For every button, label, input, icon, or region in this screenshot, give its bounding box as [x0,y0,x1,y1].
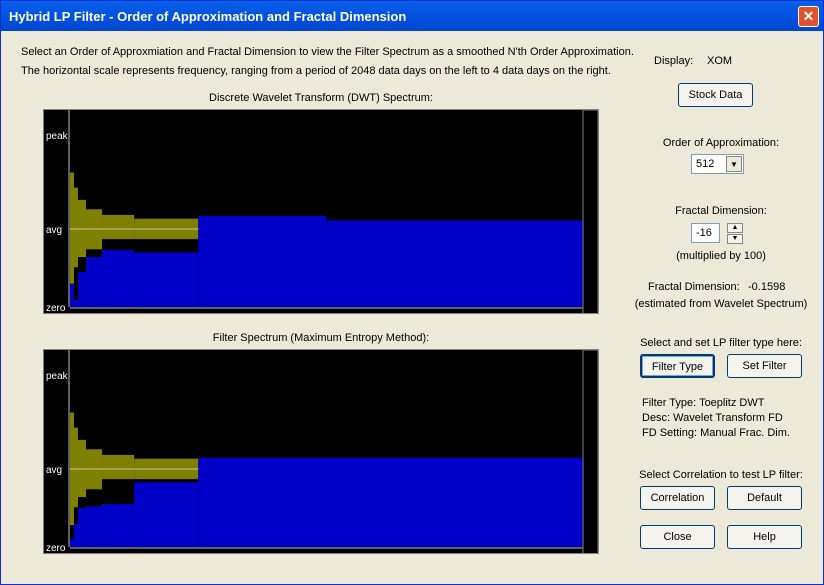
spectrum-bar [134,482,199,547]
default-button[interactable]: Default [727,486,802,510]
help-button[interactable]: Help [727,525,802,549]
band-bar [102,454,135,480]
y-tick-label-zero: zero [46,543,66,554]
fd-label: Fractal Dimension: [675,205,767,217]
dwt-chart-title: Discrete Wavelet Transform (DWT) Spectru… [209,92,433,104]
spectrum-bar [326,457,583,547]
band-bar [78,199,87,258]
spectrum-bar [78,508,87,547]
spectrum-bar [102,504,135,547]
order-value: 512 [696,158,715,170]
filter-prompt: Select and set LP filter type here: [640,337,802,349]
y-tick-label-peak: peak [46,131,69,142]
fd-est-value: -0.1598 [748,281,786,293]
stock-data-button[interactable]: Stock Data [678,83,753,107]
spectrum-bar [74,299,79,307]
filter-spectrum-chart: peak avg zero [43,349,599,554]
intro-line-1: Select an Order of Approxmiation and Fra… [21,46,634,58]
spectrum-bar [86,506,103,547]
spectrum-bar [198,457,327,547]
fd-est-label: Fractal Dimension: [648,281,740,293]
band-bar [78,439,87,498]
y-tick-label-peak: peak [46,371,69,382]
spin-up-icon[interactable]: ▲ [727,223,743,233]
spectrum-bar [86,257,103,307]
y-tick-label-avg: avg [46,465,62,476]
spectrum-bar [198,215,327,307]
spectrum-bar [74,523,79,547]
fd-est-note: (estimated from Wavelet Spectrum) [634,298,808,310]
y-tick-label-avg: avg [46,225,62,236]
band-bar [102,214,135,240]
dialog-window: Hybrid LP Filter - Order of Approximatio… [0,0,824,585]
spectrum-bar [78,271,87,307]
spectrum-bar [102,250,135,307]
title-bar: Hybrid LP Filter - Order of Approximatio… [1,1,823,31]
spectrum-bar [134,252,199,307]
right-strip [582,110,598,313]
band-bar [74,187,79,268]
right-strip [582,350,598,553]
spectrum-bar [70,539,75,547]
correlation-prompt: Select Correlation to test LP filter: [639,469,803,481]
spectrum-bar [70,283,75,307]
filter-type-button[interactable]: Filter Type [640,354,715,378]
intro-line-2: The horizontal scale represents frequenc… [21,65,611,77]
band-bar [74,427,79,508]
fd-setting-text: FD Setting: Manual Frac. Dim. [642,427,790,439]
spin-down-icon[interactable]: ▼ [727,234,743,244]
order-select[interactable]: 512 ▼ [691,154,744,174]
close-icon[interactable]: ✕ [798,6,819,27]
y-tick-label-zero: zero [46,303,66,314]
display-value: XOM [707,55,733,67]
set-filter-button[interactable]: Set Filter [727,354,802,378]
chevron-down-icon[interactable]: ▼ [726,156,742,172]
display-label: Display: [654,55,694,67]
fd-input[interactable]: -16 [691,223,720,243]
desc-text: Desc: Wavelet Transform FD [642,412,783,424]
correlation-button[interactable]: Correlation [640,486,715,510]
order-label: Order of Approximation: [662,137,780,149]
filter-type-text: Filter Type: Toeplitz DWT [642,397,765,409]
dwt-spectrum-chart: peak avg zero [43,109,599,314]
fd-note: (multiplied by 100) [676,250,766,262]
close-button[interactable]: Close [640,525,715,549]
filter-chart-title: Filter Spectrum (Maximum Entropy Method)… [212,332,430,344]
spectrum-bar [326,220,583,307]
window-title: Hybrid LP Filter - Order of Approximatio… [9,9,407,24]
